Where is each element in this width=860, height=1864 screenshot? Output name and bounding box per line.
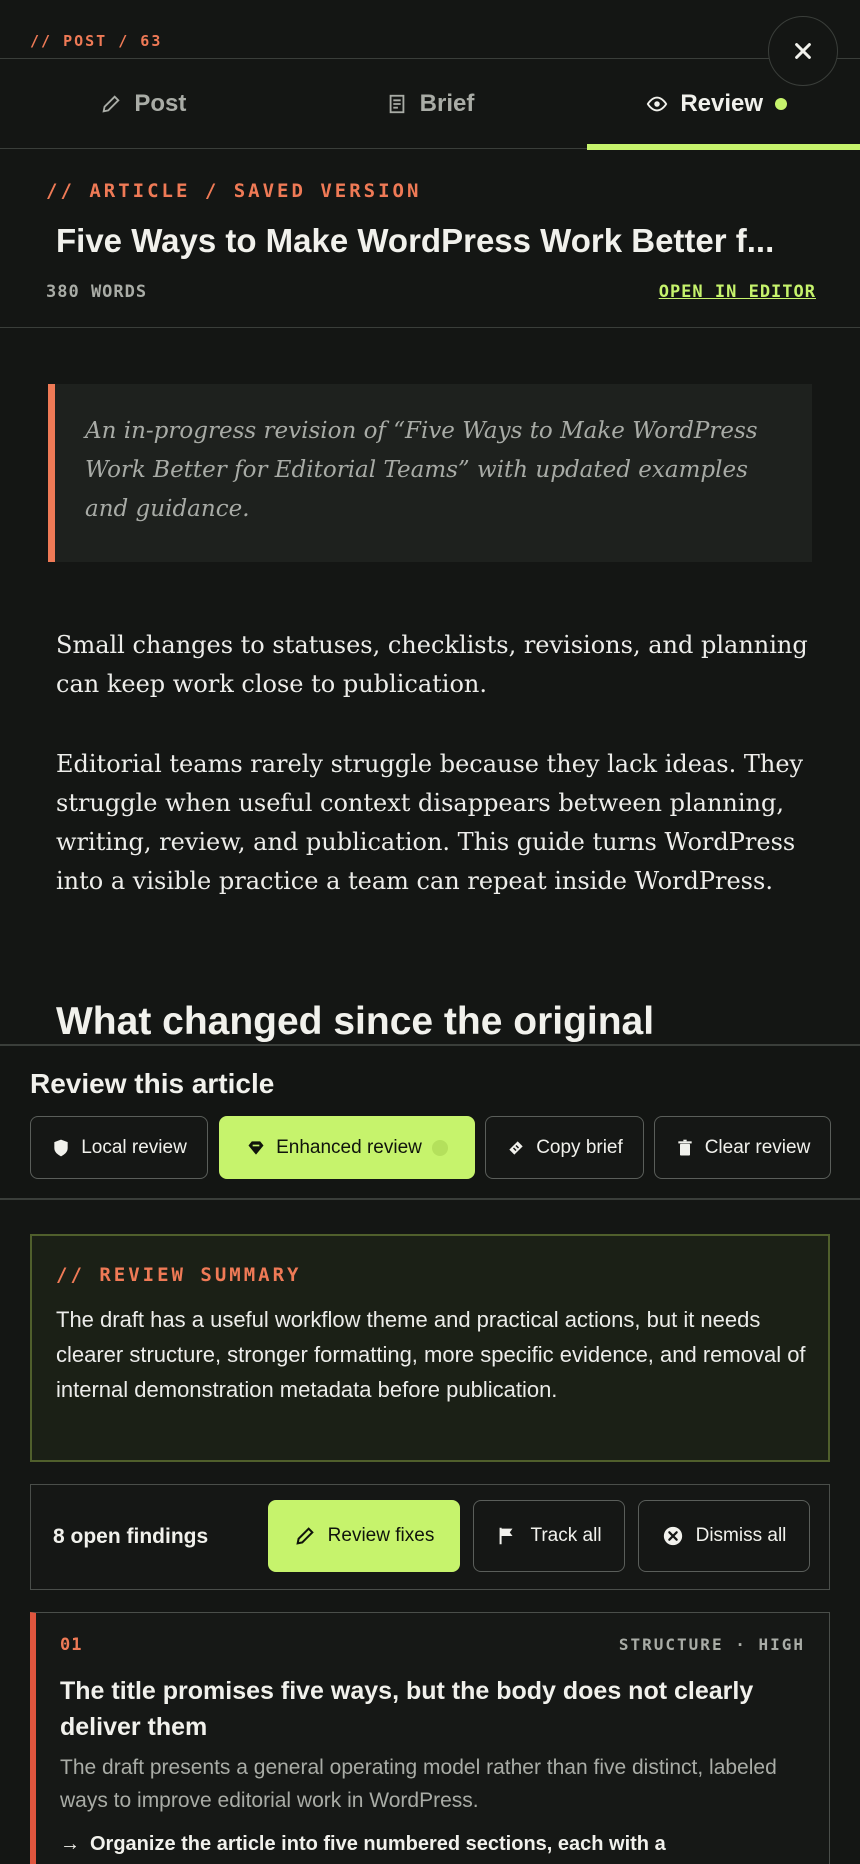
local-review-button[interactable]: Local review (30, 1116, 208, 1179)
review-fixes-button[interactable]: Review fixes (268, 1500, 460, 1572)
finding-title: The title promises five ways, but the bo… (60, 1677, 754, 1741)
review-summary: // REVIEW SUMMARY The draft has a useful… (30, 1234, 830, 1462)
shield-icon (54, 1139, 68, 1156)
finding-card[interactable]: 01 STRUCTURE · HIGH The title promises f… (30, 1612, 830, 1864)
dismiss-all-label: Dismiss all (695, 1525, 787, 1546)
summary-label: // REVIEW SUMMARY (56, 1264, 302, 1286)
eye-icon (647, 96, 668, 111)
article-paragraph: Editorial teams rarely struggle because … (56, 750, 804, 895)
clear-review-label: Clear review (704, 1136, 811, 1158)
x-circle-icon (663, 1526, 682, 1546)
word-count: 380 WORDS (46, 282, 148, 302)
summary-text: The draft has a useful workflow theme an… (56, 1307, 806, 1402)
clear-review-button[interactable]: Clear review (654, 1116, 831, 1179)
copy-brief-button[interactable]: Copy brief (485, 1116, 644, 1179)
enhanced-review-label: Enhanced review (276, 1136, 422, 1158)
open-findings-count: 8 open findings (53, 1525, 209, 1548)
clipboard-icon (509, 1140, 523, 1155)
enhanced-review-button[interactable]: Enhanced review (219, 1116, 475, 1179)
loading-indicator (431, 1139, 448, 1156)
tab-brief-label: Brief (419, 89, 475, 117)
tab-brief[interactable]: Brief (287, 59, 574, 148)
tab-bar: Post Brief Review (0, 59, 860, 150)
findings-toolbar: 8 open findings Review fixes Track all D… (30, 1484, 830, 1590)
article-header: // ARTICLE / SAVED VERSION Five Ways to … (0, 150, 860, 328)
track-all-label: Track all (530, 1525, 602, 1546)
review-title: Review this article (30, 1068, 275, 1099)
document-icon (389, 94, 404, 113)
article-paragraph: Small changes to statuses, checklists, r… (56, 631, 808, 698)
copy-brief-label: Copy brief (536, 1136, 623, 1158)
finding-description: The draft presents a general operating m… (60, 1756, 777, 1812)
pencil-icon (296, 1527, 314, 1545)
open-in-editor-link[interactable]: OPEN IN EDITOR (659, 282, 816, 302)
local-review-label: Local review (81, 1136, 187, 1158)
trash-icon (678, 1139, 692, 1155)
article-breadcrumb: // ARTICLE / SAVED VERSION (46, 180, 422, 202)
dismiss-all-button[interactable]: Dismiss all (638, 1500, 810, 1572)
finding-action-text: Organize the article into five numbered … (90, 1833, 666, 1855)
pencil-icon (102, 94, 120, 113)
tab-post[interactable]: Post (0, 59, 287, 148)
finding-action: → Organize the article into five numbere… (60, 1829, 820, 1859)
article-excerpt: An in-progress revision of “Five Ways to… (48, 384, 812, 562)
gem-icon (248, 1140, 264, 1155)
tab-review[interactable]: Review (573, 59, 860, 150)
review-fixes-label: Review fixes (327, 1525, 435, 1546)
tab-post-label: Post (134, 89, 187, 117)
finding-number: 01 (60, 1635, 83, 1655)
article-title: Five Ways to Make WordPress Work Better … (56, 222, 775, 259)
finding-meta: STRUCTURE · HIGH (618, 1635, 805, 1654)
track-all-button[interactable]: Track all (473, 1500, 625, 1572)
arrow-right-icon: → (60, 1833, 80, 1855)
post-breadcrumb: // POST / 63 (30, 32, 163, 50)
flag-icon (500, 1527, 513, 1545)
tab-review-label: Review (680, 89, 764, 117)
review-panel: Review this article Local review Enhance… (0, 1044, 860, 1200)
article-heading: What changed since the original (56, 1000, 655, 1043)
active-indicator-dot (775, 97, 788, 110)
